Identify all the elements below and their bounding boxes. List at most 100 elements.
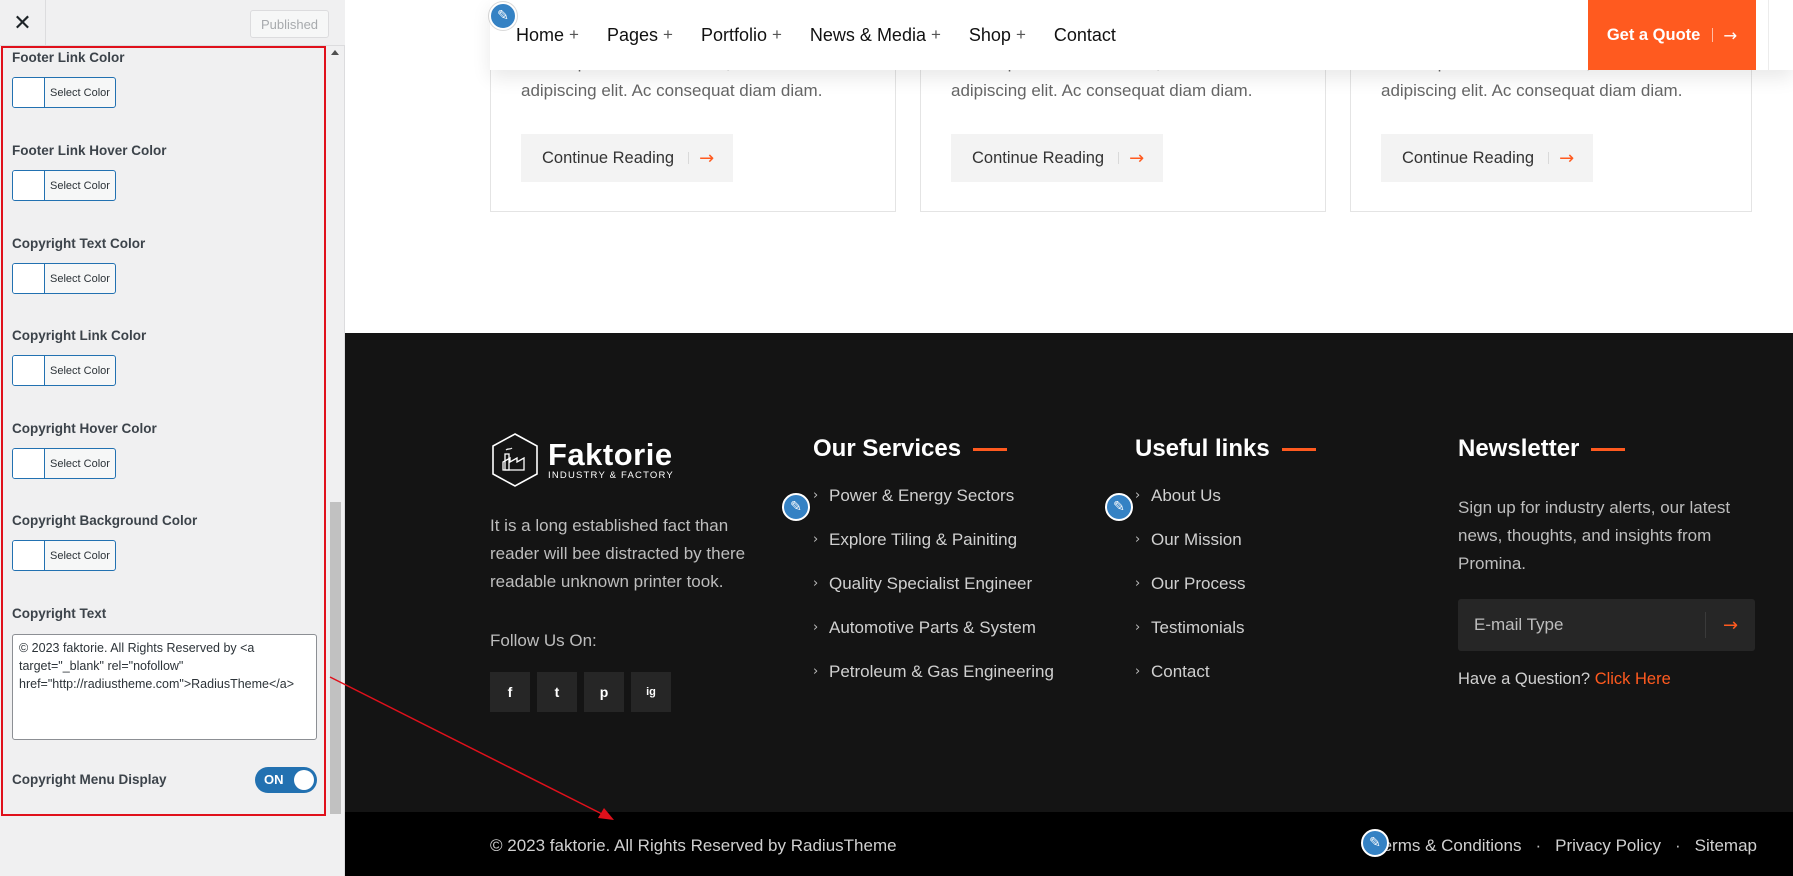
edit-pencil-icon[interactable]: ✎ <box>489 2 517 30</box>
select-color-button[interactable]: Select Color <box>12 170 116 201</box>
get-a-quote-button[interactable]: Get a Quote → <box>1588 0 1756 70</box>
link-label: Testimonials <box>1151 618 1245 637</box>
arrow-right-icon: → <box>1723 25 1738 45</box>
factory-logo-icon <box>492 433 538 487</box>
copyright-text-field[interactable]: © 2023 faktorie. All Rights Reserved by … <box>12 634 317 740</box>
customizer-controls-highlight: Footer Link Color Select Color Footer Li… <box>1 46 326 816</box>
question-line: Have a Question? Click Here <box>1458 670 1671 689</box>
select-color-button[interactable]: Select Color <box>12 540 116 571</box>
chevron-right-icon: › <box>813 620 819 635</box>
nav-item-news-media[interactable]: News & Media + <box>810 25 941 46</box>
click-here-link[interactable]: Click Here <box>1595 670 1671 688</box>
footer-logo[interactable]: Faktorie INDUSTRY & FACTORY <box>490 432 674 488</box>
privacy-link[interactable]: Privacy Policy <box>1555 836 1661 856</box>
site-footer: Faktorie INDUSTRY & FACTORY It is a long… <box>345 333 1793 812</box>
nav-item-pages[interactable]: Pages + <box>607 25 673 46</box>
chevron-right-icon: › <box>813 664 819 679</box>
nav-item-portfolio[interactable]: Portfolio + <box>701 25 782 46</box>
control-copyright-text: Copyright Text © 2023 faktorie. All Righ… <box>12 606 322 740</box>
nav-item-shop[interactable]: Shop + <box>969 25 1026 46</box>
continue-reading-button[interactable]: Continue Reading → <box>1381 134 1593 182</box>
useful-link[interactable]: › Our Process <box>1135 574 1245 618</box>
nav-label: Portfolio <box>700 24 767 45</box>
control-copyright-hover-color: Copyright Hover Color Select Color <box>12 421 322 479</box>
useful-link[interactable]: › Contact <box>1135 662 1245 706</box>
link-label: About Us <box>1151 486 1221 505</box>
select-color-label: Select Color <box>50 549 110 562</box>
select-color-button[interactable]: Select Color <box>12 263 116 294</box>
select-color-label: Select Color <box>50 272 110 285</box>
link-label: Petroleum & Gas Engineering <box>829 662 1054 681</box>
link-label: Explore Tiling & Painiting <box>829 530 1018 549</box>
instagram-icon[interactable]: ig <box>631 672 671 712</box>
button-label: Continue Reading <box>972 148 1105 167</box>
services-link[interactable]: › Automotive Parts & System <box>813 618 1054 662</box>
customizer-scrollbar[interactable] <box>328 46 343 816</box>
select-color-button[interactable]: Select Color <box>12 448 116 479</box>
edit-pencil-icon[interactable]: ✎ <box>1105 493 1133 521</box>
pinterest-icon[interactable]: p <box>584 672 624 712</box>
nav-item-contact[interactable]: Contact <box>1054 25 1121 46</box>
select-color-label: Select Color <box>50 179 110 192</box>
nav-label: Pages <box>606 24 658 45</box>
link-label: Power & Energy Sectors <box>829 486 1015 505</box>
edit-pencil-icon[interactable]: ✎ <box>1361 829 1389 857</box>
useful-link[interactable]: › About Us <box>1135 486 1245 530</box>
color-swatch <box>13 356 45 385</box>
scroll-up-icon[interactable] <box>331 50 339 55</box>
menu-separator: · <box>1674 836 1681 855</box>
customizer-header: ✕ Published <box>0 0 345 46</box>
services-link[interactable]: › Explore Tiling & Painiting <box>813 530 1054 574</box>
control-label: Footer Link Hover Color <box>12 143 167 158</box>
site-preview: Lorem ipsum dolor sit amet, consectetur … <box>345 0 1793 876</box>
copyright-menu-toggle[interactable]: ON <box>255 767 317 793</box>
services-list: › Power & Energy Sectors › Explore Tiling … <box>813 486 1054 706</box>
nav-label: Contact <box>1053 24 1116 45</box>
control-footer-link-hover-color: Footer Link Hover Color Select Color <box>12 143 322 201</box>
title-accent-line <box>1281 447 1316 451</box>
sitemap-link[interactable]: Sitemap <box>1695 836 1757 856</box>
edit-pencil-icon[interactable]: ✎ <box>782 493 810 521</box>
facebook-icon[interactable]: f <box>490 672 530 712</box>
control-label: Copyright Text <box>12 606 107 621</box>
chevron-right-icon: › <box>1135 576 1141 591</box>
control-copyright-text-color: Copyright Text Color Select Color <box>12 236 322 294</box>
color-swatch <box>13 171 45 200</box>
services-link[interactable]: › Power & Energy Sectors <box>813 486 1054 530</box>
useful-link[interactable]: › Testimonials <box>1135 618 1245 662</box>
chevron-right-icon: › <box>813 532 819 547</box>
toggle-knob <box>294 770 314 790</box>
copyright-text: © 2023 faktorie. All Rights Reserved by … <box>490 836 897 855</box>
services-link[interactable]: › Petroleum & Gas Engineering <box>813 662 1054 706</box>
email-field[interactable] <box>1458 599 1703 651</box>
close-icon[interactable]: ✕ <box>0 0 46 46</box>
terms-link[interactable]: Terms & Conditions <box>1374 836 1521 856</box>
main-nav: Home + Pages + Portfolio + News & Media + Sh… <box>516 0 1149 70</box>
control-copyright-menu-display: Copyright Menu Display ON <box>12 767 322 793</box>
link-label: Our Mission <box>1151 530 1242 549</box>
continue-reading-button[interactable]: Continue Reading → <box>951 134 1163 182</box>
nav-item-home[interactable]: Home + <box>516 25 579 46</box>
scrollbar-thumb[interactable] <box>330 502 341 814</box>
logo-name: Faktorie <box>548 436 673 472</box>
services-link[interactable]: › Quality Specialist Engineer <box>813 574 1054 618</box>
subscribe-button[interactable]: → <box>1705 612 1755 638</box>
published-button[interactable]: Published <box>250 10 329 38</box>
color-swatch <box>13 264 45 293</box>
control-label: Footer Link Color <box>12 50 125 65</box>
toggle-state: ON <box>264 772 284 787</box>
continue-reading-button[interactable]: Continue Reading → <box>521 134 733 182</box>
cart-button[interactable] <box>1768 0 1793 70</box>
copyright-menu: Terms & Conditions · Privacy Policy · Si… <box>1374 836 1757 856</box>
twitter-icon[interactable]: t <box>537 672 577 712</box>
link-label: Automotive Parts & System <box>829 618 1036 637</box>
color-swatch <box>13 449 45 478</box>
plus-icon: + <box>930 25 941 44</box>
control-label: Copyright Text Color <box>12 236 146 251</box>
select-color-button[interactable]: Select Color <box>12 77 116 108</box>
plus-icon: + <box>771 25 782 44</box>
select-color-button[interactable]: Select Color <box>12 355 116 386</box>
chevron-right-icon: › <box>813 488 819 503</box>
color-swatch <box>13 78 45 107</box>
useful-link[interactable]: › Our Mission <box>1135 530 1245 574</box>
